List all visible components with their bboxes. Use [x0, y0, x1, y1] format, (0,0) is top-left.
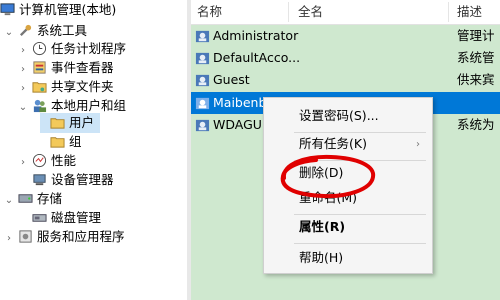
tree-label: 组: [69, 134, 82, 149]
chevron-down-icon[interactable]: ⌄: [4, 191, 14, 211]
performance-icon: [32, 153, 47, 168]
storage-icon: [18, 191, 33, 206]
tree-label: 用户: [69, 115, 95, 130]
menu-item-rename[interactable]: 重命名(M): [299, 187, 357, 209]
tree-label: 本地用户和组: [50, 98, 126, 113]
user-description: 系统为: [457, 117, 495, 132]
services-icon: [18, 229, 33, 244]
tree-item-task-scheduler[interactable]: › 任务计划程序: [18, 39, 126, 59]
user-name: Administrator: [213, 28, 299, 43]
tree-label: 事件查看器: [50, 60, 114, 75]
clock-icon: [32, 41, 47, 56]
tree-item-performance[interactable]: › 性能: [18, 151, 76, 171]
user-description: 系统管: [457, 50, 495, 65]
folder-icon: [50, 115, 65, 130]
menu-item-set-password[interactable]: 设置密码(S)...: [299, 105, 379, 127]
table-row[interactable]: Administrator 管理计: [191, 25, 500, 47]
users-icon: [32, 98, 47, 113]
user-description: 供来宾: [457, 72, 495, 87]
disk-icon: [32, 210, 47, 225]
column-divider[interactable]: [448, 2, 449, 22]
user-icon: [195, 51, 210, 66]
menu-item-properties[interactable]: 属性(R): [299, 216, 345, 238]
column-divider[interactable]: [288, 2, 289, 22]
user-name: WDAGU: [213, 117, 262, 132]
tree-item-event-viewer[interactable]: › 事件查看器: [18, 58, 114, 78]
device-manager-icon: [32, 172, 47, 187]
tree-label: 存储: [36, 191, 62, 206]
tree-label: 系统工具: [36, 23, 87, 38]
submenu-arrow-icon: ›: [416, 139, 420, 150]
tree-item-device-manager[interactable]: 设备管理器: [32, 170, 114, 190]
menu-item-all-tasks[interactable]: 所有任务(K): [299, 133, 367, 155]
tree-label: 设备管理器: [51, 172, 114, 187]
menu-item-delete[interactable]: 删除(D): [299, 162, 343, 184]
column-header-fullname[interactable]: 全名: [298, 0, 323, 24]
tree-item-shared-folders[interactable]: › 共享文件夹: [18, 77, 114, 97]
tree-item-services-applications[interactable]: › 服务和应用程序: [4, 227, 125, 247]
menu-separator: [294, 243, 426, 244]
tree-item-disk-management[interactable]: 磁盘管理: [32, 208, 101, 228]
chevron-right-icon[interactable]: ›: [4, 229, 14, 249]
chevron-down-icon[interactable]: ⌄: [18, 98, 28, 118]
table-row[interactable]: DefaultAcco... 系统管: [191, 47, 500, 69]
table-row[interactable]: Guest 供来宾: [191, 69, 500, 91]
tree-label: 性能: [50, 153, 76, 168]
tree-label: 计算机管理(本地): [19, 2, 117, 17]
chevron-down-icon[interactable]: ⌄: [4, 23, 14, 43]
tree-label: 任务计划程序: [50, 41, 126, 56]
navigation-tree: 计算机管理(本地) ⌄ 系统工具 › 任务计划程序 › 事件查看器 › 共享文件…: [0, 0, 187, 300]
event-viewer-icon: [32, 60, 47, 75]
user-icon: [195, 29, 210, 44]
tree-item-users[interactable]: 用户: [40, 113, 100, 133]
context-menu: 设置密码(S)... 所有任务(K) › 删除(D) 重命名(M) 属性(R) …: [263, 97, 433, 274]
user-icon: [195, 118, 210, 133]
chevron-right-icon[interactable]: ›: [18, 153, 28, 173]
user-name: Maibenb: [213, 95, 267, 110]
menu-item-help[interactable]: 帮助(H): [299, 247, 343, 269]
tree-label: 共享文件夹: [50, 79, 114, 94]
tools-icon: [18, 23, 33, 38]
folder-icon: [50, 134, 65, 149]
user-name: Guest: [213, 72, 250, 87]
user-name: DefaultAcco...: [213, 50, 301, 65]
shared-folder-icon: [32, 79, 47, 94]
user-description: 管理计: [457, 28, 495, 43]
tree-item-storage[interactable]: ⌄ 存储: [4, 189, 62, 209]
tree-label: 服务和应用程序: [36, 229, 125, 244]
computer-management-icon: [0, 2, 15, 17]
tree-item-computer-management[interactable]: 计算机管理(本地): [0, 0, 116, 20]
user-icon: [195, 96, 210, 111]
column-header-description[interactable]: 描述: [457, 0, 482, 24]
menu-separator: [294, 214, 426, 215]
tree-label: 磁盘管理: [51, 210, 102, 225]
tree-item-groups[interactable]: 组: [50, 132, 82, 152]
user-icon: [195, 73, 210, 88]
tree-item-system-tools[interactable]: ⌄ 系统工具: [4, 21, 87, 41]
column-header-name[interactable]: 名称: [197, 0, 222, 24]
menu-separator: [294, 160, 426, 161]
list-header: 名称 全名 描述: [191, 0, 500, 25]
